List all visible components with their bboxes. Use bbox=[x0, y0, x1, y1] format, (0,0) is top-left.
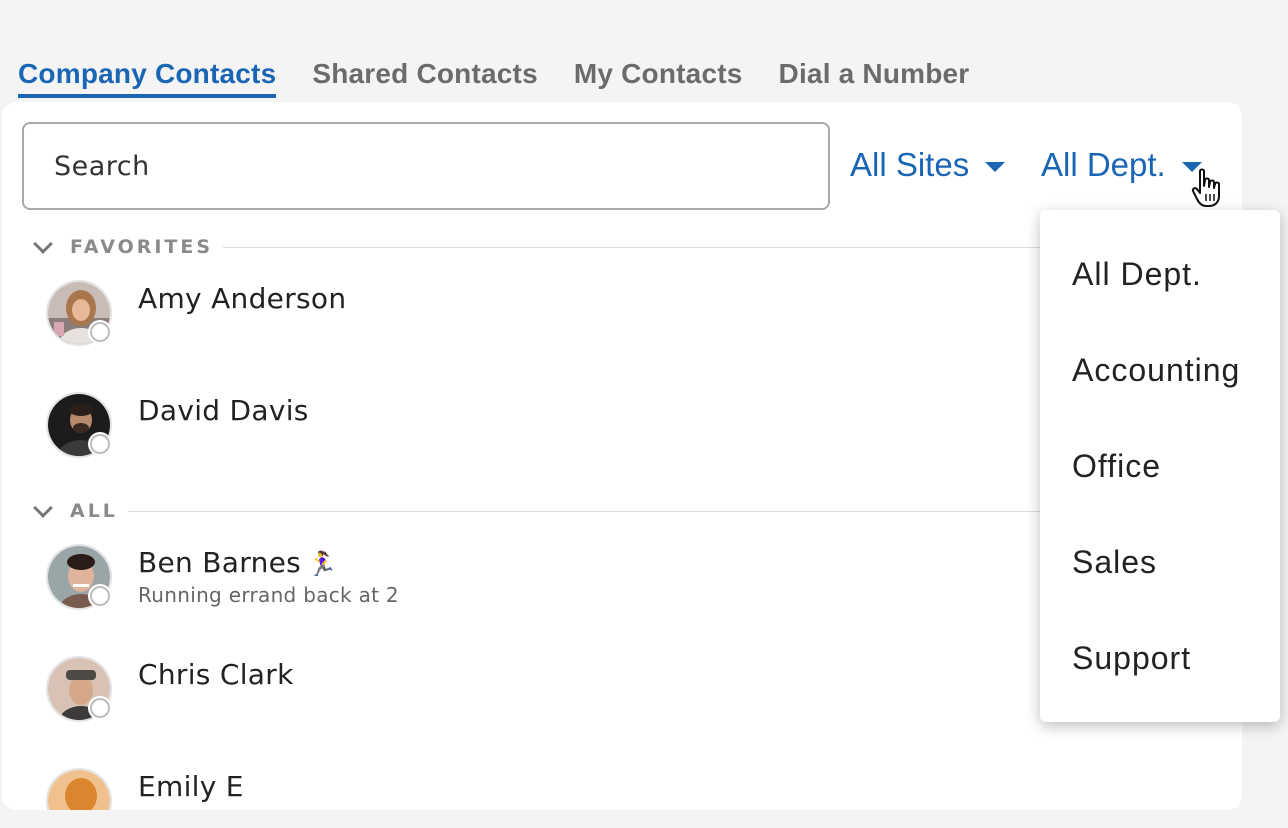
dropdown-option-all-dept[interactable]: All Dept. bbox=[1040, 256, 1280, 352]
contact-name: Emily E bbox=[138, 770, 244, 803]
tab-company-contacts[interactable]: Company Contacts bbox=[18, 58, 277, 98]
tab-shared-contacts[interactable]: Shared Contacts bbox=[312, 58, 538, 98]
avatar bbox=[46, 544, 112, 610]
dept-filter-label: All Dept. bbox=[1041, 146, 1166, 183]
dept-dropdown-menu: All Dept. Accounting Office Sales Suppor… bbox=[1040, 210, 1280, 722]
dropdown-option-support[interactable]: Support bbox=[1040, 640, 1280, 736]
dept-filter-dropdown[interactable]: All Dept. bbox=[1041, 146, 1202, 184]
sites-filter-dropdown[interactable]: All Sites bbox=[850, 146, 1006, 184]
running-woman-icon: 🏃‍♀️ bbox=[307, 550, 338, 578]
presence-status-icon bbox=[90, 586, 110, 606]
contact-item[interactable]: Chris Clark bbox=[46, 656, 294, 722]
presence-status-icon bbox=[90, 434, 110, 454]
search-input[interactable]: Search bbox=[22, 122, 830, 210]
chevron-down-icon[interactable] bbox=[33, 234, 53, 254]
presence-status-icon bbox=[90, 322, 110, 342]
sites-filter-label: All Sites bbox=[850, 146, 970, 183]
contact-name: Ben Barnes 🏃‍♀️ bbox=[138, 546, 399, 579]
contact-name: Chris Clark bbox=[138, 658, 294, 691]
chevron-down-icon[interactable] bbox=[33, 498, 53, 518]
dropdown-option-office[interactable]: Office bbox=[1040, 448, 1280, 544]
search-placeholder: Search bbox=[54, 150, 150, 182]
section-label: ALL bbox=[70, 500, 118, 522]
dropdown-option-sales[interactable]: Sales bbox=[1040, 544, 1280, 640]
contact-item[interactable]: Ben Barnes 🏃‍♀️ Running errand back at 2 bbox=[46, 544, 399, 610]
contact-name: David Davis bbox=[138, 394, 309, 427]
contact-name: Amy Anderson bbox=[138, 282, 347, 315]
contact-name-text: Ben Barnes bbox=[138, 546, 302, 579]
avatar bbox=[46, 280, 112, 346]
dropdown-option-accounting[interactable]: Accounting bbox=[1040, 352, 1280, 448]
avatar bbox=[46, 656, 112, 722]
contact-status-message: Running errand back at 2 bbox=[138, 583, 399, 607]
contacts-tabs: Company Contacts Shared Contacts My Cont… bbox=[18, 58, 969, 98]
contact-item[interactable]: David Davis bbox=[46, 392, 309, 458]
hand-pointer-icon bbox=[1191, 168, 1220, 207]
presence-status-icon bbox=[90, 698, 110, 718]
contact-item[interactable]: Emily E bbox=[46, 768, 244, 810]
tab-dial-a-number[interactable]: Dial a Number bbox=[779, 58, 970, 98]
caret-down-icon bbox=[985, 162, 1006, 172]
tab-my-contacts[interactable]: My Contacts bbox=[574, 58, 743, 98]
avatar bbox=[46, 392, 112, 458]
section-label: FAVORITES bbox=[70, 236, 214, 258]
avatar bbox=[46, 768, 112, 810]
contact-item[interactable]: Amy Anderson bbox=[46, 280, 346, 346]
